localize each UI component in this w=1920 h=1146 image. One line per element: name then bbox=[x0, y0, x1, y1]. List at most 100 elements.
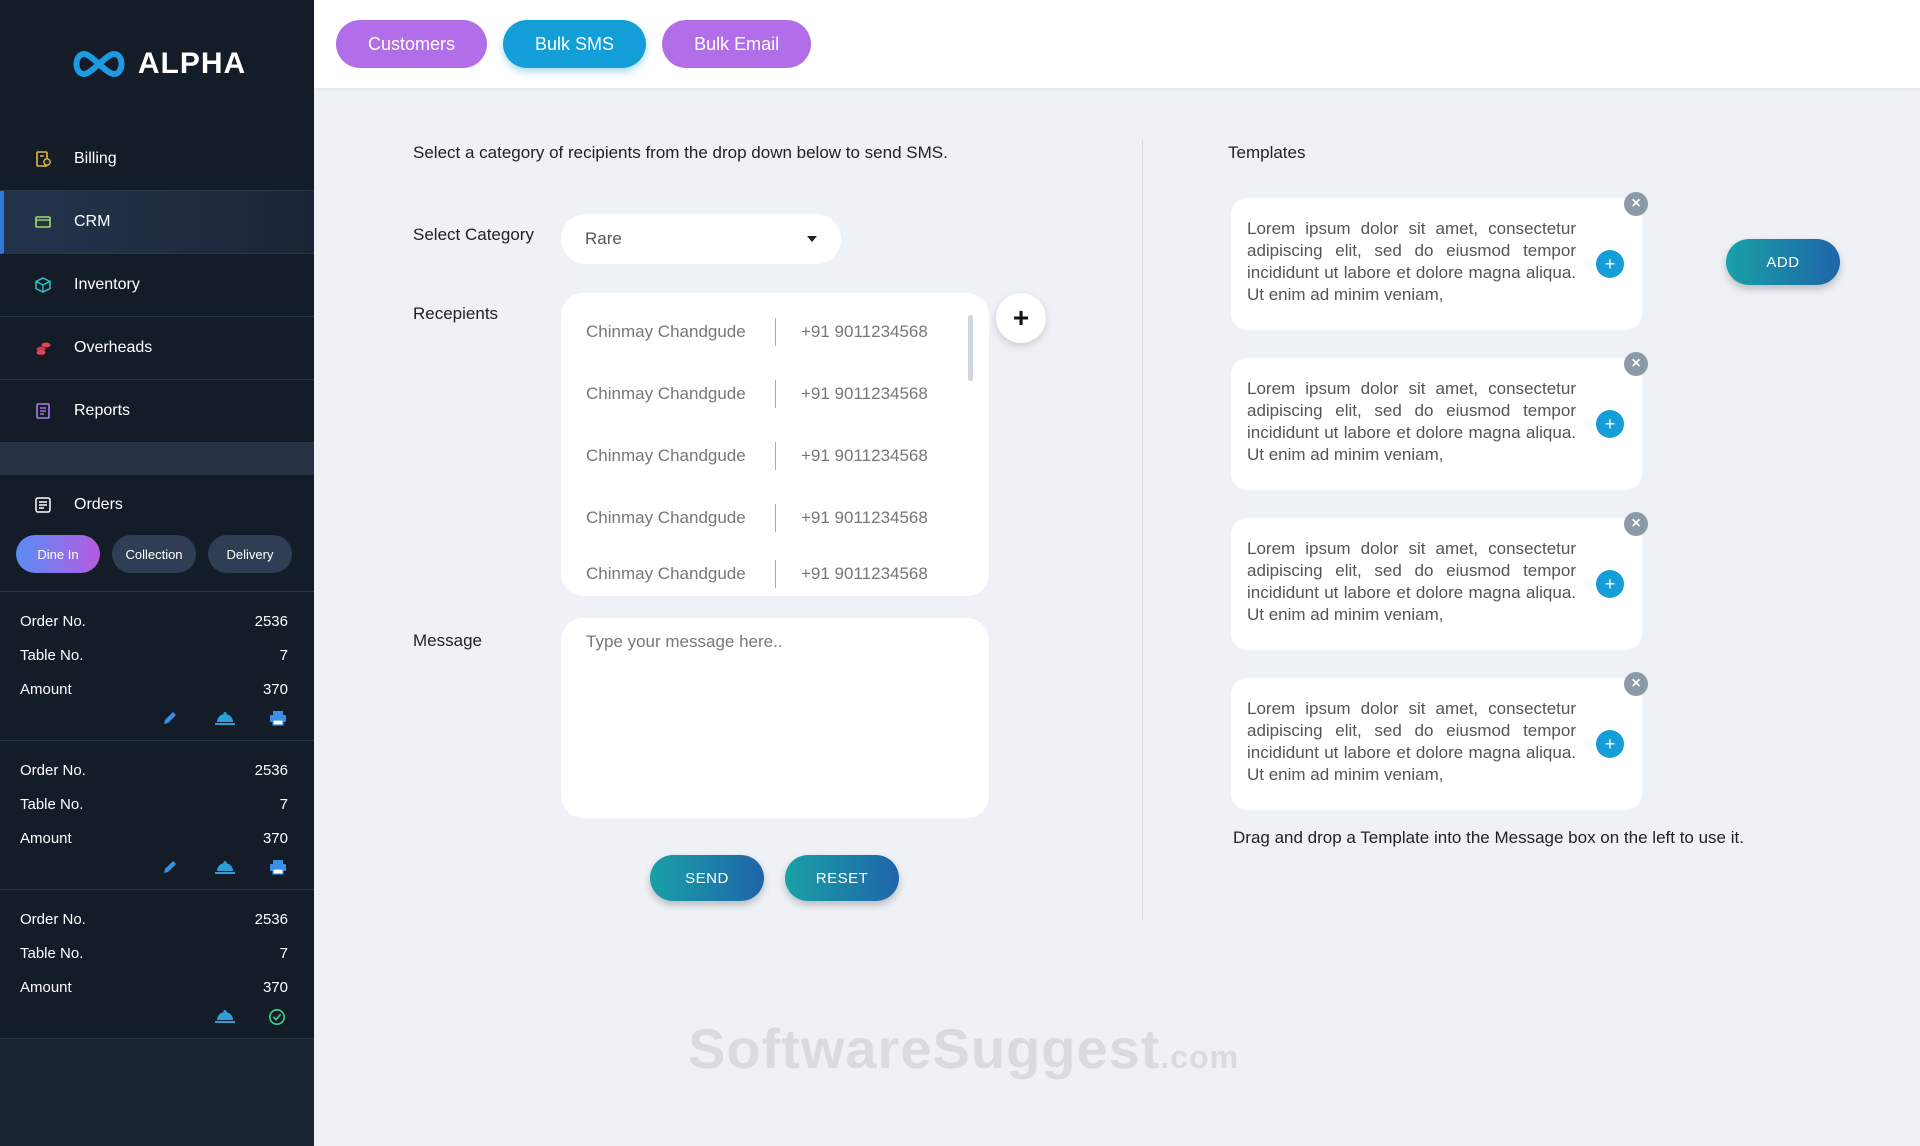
edit-icon[interactable] bbox=[160, 710, 180, 726]
table-no-label: Table No. bbox=[20, 646, 84, 664]
template-text: Lorem ipsum dolor sit amet, consectetur … bbox=[1247, 699, 1576, 784]
template-card[interactable]: Lorem ipsum dolor sit amet, consectetur … bbox=[1231, 672, 1648, 810]
category-select[interactable]: Rare bbox=[561, 214, 841, 264]
amount-label: Amount bbox=[20, 978, 72, 996]
sidebar-item-reports[interactable]: Reports bbox=[0, 380, 314, 443]
orders-icon bbox=[35, 497, 51, 513]
amount-row: Amount 370 bbox=[20, 821, 288, 855]
recipient-name: Chinmay Chandgude bbox=[586, 508, 746, 527]
top-tab-bar: Customers Bulk SMS Bulk Email bbox=[314, 0, 1920, 88]
sidebar-item-inventory[interactable]: Inventory bbox=[0, 254, 314, 317]
order-no-value: 2536 bbox=[254, 612, 288, 630]
recipient-row[interactable]: Chinmay Chandgude +91 9011234568 bbox=[561, 487, 989, 549]
recipient-name: Chinmay Chandgude bbox=[586, 322, 746, 341]
sidebar-nav: Billing CRM Inventory Overheads Reports bbox=[0, 128, 314, 443]
order-card[interactable]: Order No. 2536 Table No. 7 Amount 370 bbox=[0, 890, 314, 1039]
serving-bell-icon[interactable] bbox=[214, 710, 235, 726]
close-icon[interactable]: × bbox=[1624, 672, 1648, 696]
tab-bulk-email[interactable]: Bulk Email bbox=[662, 20, 812, 68]
logo[interactable]: ALPHA bbox=[0, 0, 314, 128]
amount-row: Amount 370 bbox=[20, 672, 288, 706]
template-card[interactable]: Lorem ipsum dolor sit amet, consectetur … bbox=[1231, 512, 1648, 650]
print-icon[interactable] bbox=[268, 710, 288, 726]
recipient-row[interactable]: Chinmay Chandgude +91 9011234568 bbox=[561, 425, 989, 487]
close-icon[interactable]: × bbox=[1624, 512, 1648, 536]
nav-divider bbox=[0, 443, 314, 475]
sidebar-item-overheads[interactable]: Overheads bbox=[0, 317, 314, 380]
receipt-icon bbox=[34, 150, 52, 168]
watermark-suffix: .com bbox=[1160, 1039, 1240, 1075]
serving-bell-icon[interactable] bbox=[214, 859, 235, 875]
order-type-tabs: Dine In Collection Delivery bbox=[0, 535, 314, 592]
template-card[interactable]: Lorem ipsum dolor sit amet, consectetur … bbox=[1231, 352, 1648, 490]
table-no-value: 7 bbox=[279, 646, 288, 664]
recipients-list[interactable]: Chinmay Chandgude +91 9011234568 Chinmay C… bbox=[561, 293, 989, 596]
tab-delivery[interactable]: Delivery bbox=[208, 535, 292, 573]
tab-dine-in[interactable]: Dine In bbox=[16, 535, 100, 573]
recipients-scrollbar[interactable] bbox=[968, 315, 973, 381]
recipient-name: Chinmay Chandgude bbox=[586, 384, 746, 403]
reset-button[interactable]: RESET bbox=[785, 855, 899, 901]
coins-icon bbox=[34, 339, 52, 357]
check-circle-icon[interactable] bbox=[268, 1008, 288, 1026]
message-label: Message bbox=[413, 631, 482, 650]
sidebar-item-billing[interactable]: Billing bbox=[0, 128, 314, 191]
order-no-row: Order No. 2536 bbox=[20, 604, 288, 638]
close-icon[interactable]: × bbox=[1624, 192, 1648, 216]
sidebar-item-label: Reports bbox=[74, 402, 131, 419]
bulk-sms-panel: Select a category of recipients from the… bbox=[314, 88, 1920, 1146]
orders-header[interactable]: Orders bbox=[0, 475, 314, 535]
plus-icon[interactable]: + bbox=[1596, 410, 1624, 438]
edit-icon[interactable] bbox=[160, 859, 180, 875]
brand-name: ALPHA bbox=[137, 47, 247, 80]
template-text: Lorem ipsum dolor sit amet, consectetur … bbox=[1247, 379, 1576, 464]
add-template-button[interactable]: ADD bbox=[1726, 239, 1840, 285]
table-no-value: 7 bbox=[279, 944, 288, 962]
plus-icon[interactable]: + bbox=[1596, 570, 1624, 598]
tab-collection[interactable]: Collection bbox=[112, 535, 196, 573]
order-card[interactable]: Order No. 2536 Table No. 7 Amount 370 bbox=[0, 741, 314, 890]
print-icon[interactable] bbox=[268, 859, 288, 875]
order-actions bbox=[20, 1004, 288, 1030]
recipient-row[interactable]: Chinmay Chandgude +91 9011234568 bbox=[561, 549, 989, 599]
sidebar-item-crm[interactable]: CRM bbox=[0, 191, 314, 254]
box-icon bbox=[34, 276, 52, 294]
plus-icon[interactable]: + bbox=[1596, 730, 1624, 758]
table-no-label: Table No. bbox=[20, 944, 84, 962]
report-icon bbox=[34, 402, 52, 420]
recipient-rows: Chinmay Chandgude +91 9011234568 Chinmay C… bbox=[561, 301, 989, 599]
table-no-row: Table No. 7 bbox=[20, 936, 288, 970]
template-card[interactable]: Lorem ipsum dolor sit amet, consectetur … bbox=[1231, 192, 1648, 330]
plus-icon[interactable]: + bbox=[1596, 250, 1624, 278]
amount-value: 370 bbox=[262, 829, 288, 847]
add-recipient-button[interactable]: + bbox=[996, 293, 1046, 343]
recipient-phone: +91 9011234568 bbox=[801, 508, 928, 527]
templates-title: Templates bbox=[1228, 143, 1306, 162]
recipient-phone: +91 9011234568 bbox=[801, 384, 928, 403]
table-no-row: Table No. 7 bbox=[20, 638, 288, 672]
send-button[interactable]: SEND bbox=[650, 855, 764, 901]
template-text: Lorem ipsum dolor sit amet, consectetur … bbox=[1247, 219, 1576, 304]
amount-value: 370 bbox=[262, 680, 288, 698]
amount-label: Amount bbox=[20, 680, 72, 698]
watermark-text: SoftwareSuggest bbox=[688, 1017, 1161, 1080]
order-list: Order No. 2536 Table No. 7 Amount 370 Order No… bbox=[0, 592, 314, 1039]
sidebar-item-label: Billing bbox=[74, 150, 117, 167]
close-icon[interactable]: × bbox=[1624, 352, 1648, 376]
message-input[interactable] bbox=[561, 618, 989, 818]
template-text: Lorem ipsum dolor sit amet, consectetur … bbox=[1247, 539, 1576, 624]
order-card[interactable]: Order No. 2536 Table No. 7 Amount 370 bbox=[0, 592, 314, 741]
sidebar: ALPHA Billing CRM Inventory Overheads Report… bbox=[0, 0, 314, 1146]
order-no-row: Order No. 2536 bbox=[20, 902, 288, 936]
sidebar-item-label: Overheads bbox=[74, 339, 153, 356]
serving-bell-icon[interactable] bbox=[214, 1008, 235, 1024]
recipient-row[interactable]: Chinmay Chandgude +91 9011234568 bbox=[561, 363, 989, 425]
tab-customers[interactable]: Customers bbox=[336, 20, 488, 68]
order-no-value: 2536 bbox=[254, 910, 288, 928]
recipient-row[interactable]: Chinmay Chandgude +91 9011234568 bbox=[561, 301, 989, 363]
amount-label: Amount bbox=[20, 829, 72, 847]
order-no-label: Order No. bbox=[20, 612, 86, 630]
order-no-value: 2536 bbox=[254, 761, 288, 779]
table-no-label: Table No. bbox=[20, 795, 84, 813]
tab-bulk-sms[interactable]: Bulk SMS bbox=[503, 20, 647, 68]
